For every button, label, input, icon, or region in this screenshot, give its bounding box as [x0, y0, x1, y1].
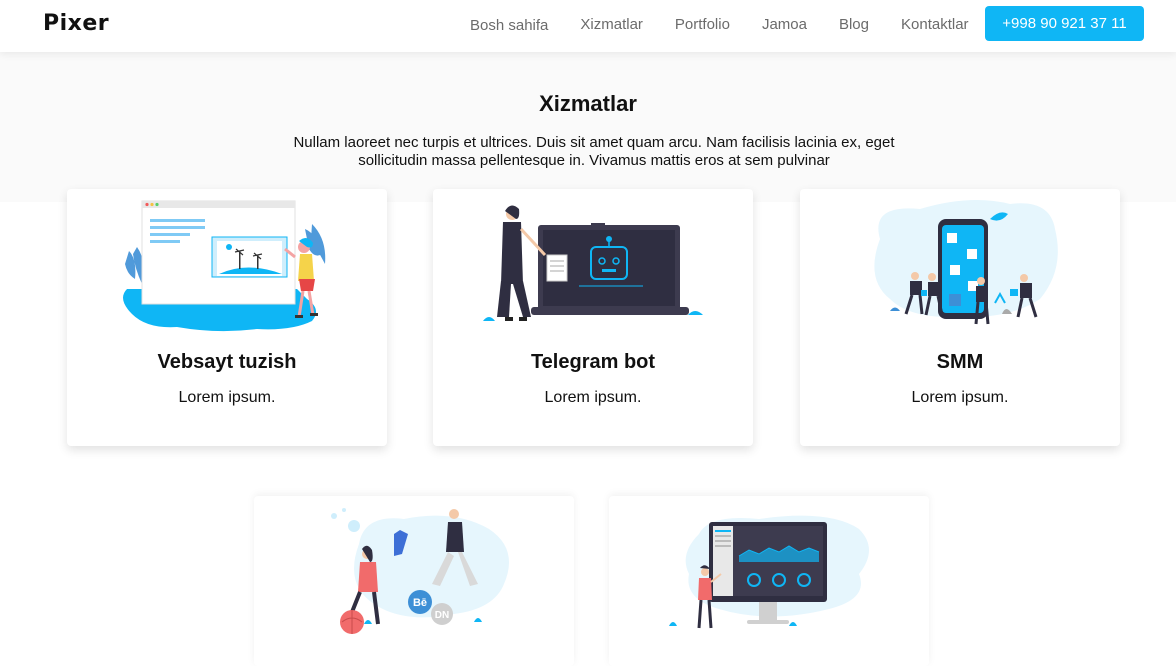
- service-card-telegram-bot[interactable]: Telegram bot Lorem ipsum.: [433, 189, 753, 446]
- telegram-bot-illustration: [483, 205, 703, 321]
- card-description: Lorem ipsum.: [911, 389, 1009, 406]
- section-description: Nullam laoreet nec turpis et ultrices. D…: [268, 134, 920, 170]
- service-card-design[interactable]: Bē DN: [254, 496, 574, 666]
- card-title: Telegram bot: [530, 351, 656, 373]
- section-title: Xizmatlar: [539, 91, 637, 116]
- logo[interactable]: Pixer: [43, 11, 109, 36]
- section-description-line-1: Nullam laoreet nec turpis et ultrices. D…: [293, 134, 895, 151]
- card-description: Lorem ipsum.: [178, 389, 276, 406]
- card-title: SMM: [936, 351, 984, 373]
- nav-link-bosh-sahifa[interactable]: Bosh sahifa: [470, 17, 548, 34]
- service-card-analytics[interactable]: [609, 496, 929, 666]
- navbar: Pixer Bosh sahifa Xizmatlar Portfolio Ja…: [0, 0, 1176, 52]
- smm-illustration: [874, 200, 1058, 325]
- service-card-website[interactable]: Vebsayt tuzish Lorem ipsum.: [67, 189, 387, 446]
- card-description: Lorem ipsum.: [544, 389, 642, 406]
- nav-link-xizmatlar[interactable]: Xizmatlar: [580, 16, 643, 34]
- design-portfolio-illustration: Bē DN: [331, 508, 509, 634]
- nav-menu: Bosh sahifa Xizmatlar Portfolio Jamoa Bl…: [470, 16, 1001, 34]
- web-design-illustration: [123, 200, 326, 332]
- phone-button[interactable]: +998 90 921 37 11: [985, 6, 1144, 41]
- section-description-line-2: sollicitudin massa pellentesque in. Viva…: [358, 152, 830, 169]
- nav-link-portfolio[interactable]: Portfolio: [675, 16, 730, 34]
- nav-link-kontaktlar[interactable]: Kontaktlar: [901, 16, 969, 34]
- service-card-smm[interactable]: SMM Lorem ipsum.: [800, 189, 1120, 446]
- nav-link-jamoa[interactable]: Jamoa: [762, 16, 807, 34]
- services-header-bg: [0, 52, 1176, 202]
- card-title: Vebsayt tuzish: [157, 351, 297, 373]
- svg-text:Bē: Bē: [413, 597, 427, 609]
- nav-link-blog[interactable]: Blog: [839, 16, 869, 34]
- analytics-dashboard-illustration: [669, 515, 869, 629]
- svg-text:DN: DN: [435, 610, 449, 621]
